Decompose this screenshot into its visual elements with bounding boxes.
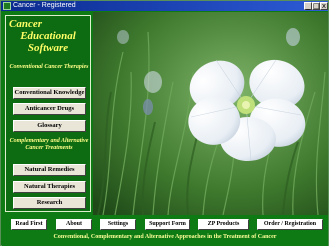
zp-products-button[interactable]: ZP Products (198, 219, 249, 230)
read-first-button[interactable]: Read First (11, 219, 47, 230)
order-registration-button[interactable]: Order / Registration (257, 219, 323, 230)
glossary-button[interactable]: Glossary (13, 120, 86, 132)
maximize-button[interactable]: □ (312, 2, 320, 10)
main-area: Cancer Educational Software Conventional… (2, 12, 328, 215)
section-heading-alternative: Complementary and Alternative Cancer Tre… (9, 138, 89, 151)
minimize-button[interactable]: _ (304, 2, 312, 10)
natural-therapies-button[interactable]: Natural Therapies (13, 181, 86, 193)
bottom-toolbar: Read First About Settings Support Form Z… (2, 215, 328, 246)
section-heading-conventional: Conventional Cancer Therapies (9, 64, 89, 70)
tagline: Conventional, Complementary and Alternat… (53, 234, 277, 240)
app-title-line1: Cancer (9, 18, 42, 30)
about-button[interactable]: About (56, 219, 92, 230)
flower-illustration (93, 12, 328, 215)
title-bar[interactable]: Cancer - Registered _ □ x (1, 1, 328, 11)
blue-flax-flower-photo (93, 12, 328, 215)
app-icon[interactable] (3, 2, 11, 10)
window-title: Cancer - Registered (13, 2, 76, 9)
navigation-panel: Cancer Educational Software Conventional… (5, 15, 91, 212)
app-title: Cancer Educational Software (6, 18, 90, 54)
close-button[interactable]: x (320, 2, 328, 10)
settings-button[interactable]: Settings (100, 219, 136, 230)
conventional-knowledge-button[interactable]: Conventional Knowledge (13, 87, 86, 99)
application-window: Cancer - Registered _ □ x Cancer Educati… (0, 0, 329, 246)
anticancer-drugs-button[interactable]: Anticancer Drugs (13, 103, 86, 115)
support-form-button[interactable]: Support Form (145, 219, 190, 230)
research-button[interactable]: Research (13, 197, 86, 209)
app-title-line2: Educational Software (20, 30, 76, 54)
natural-remedies-button[interactable]: Natural Remedies (13, 164, 86, 176)
